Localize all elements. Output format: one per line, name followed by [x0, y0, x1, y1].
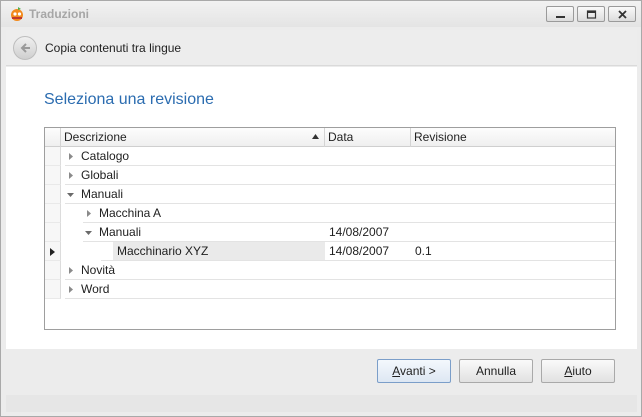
cell-descrizione: Manuali: [99, 225, 142, 239]
wizard-header: Copia contenuti tra lingue: [6, 30, 637, 66]
expand-down-icon[interactable]: [85, 229, 92, 236]
expand-right-icon[interactable]: [85, 210, 92, 217]
row-indicator[interactable]: [45, 223, 61, 242]
app-logo-icon: [11, 7, 23, 21]
row-indicator[interactable]: [45, 280, 61, 299]
table-row[interactable]: Macchinario XYZ 14/08/2007 0.1: [45, 242, 615, 261]
column-header-data[interactable]: Data: [325, 128, 411, 147]
table-row[interactable]: Novità: [45, 261, 615, 280]
cell-data: 14/08/2007: [329, 244, 390, 258]
bottom-strip: [6, 395, 637, 412]
close-button[interactable]: [608, 6, 636, 22]
title-bar[interactable]: Traduzioni: [1, 1, 641, 27]
table-row[interactable]: Manuali 14/08/2007: [45, 223, 615, 242]
expand-right-icon[interactable]: [67, 153, 74, 160]
header-indicator-cell: [45, 128, 61, 147]
row-indicator[interactable]: [45, 242, 61, 261]
cell-descrizione: Macchina A: [99, 206, 162, 220]
cell-descrizione: Word: [81, 282, 110, 296]
cell-revisione: 0.1: [415, 244, 432, 258]
back-button[interactable]: [13, 36, 37, 60]
wizard-title: Copia contenuti tra lingue: [45, 41, 182, 55]
maximize-icon: [586, 10, 597, 19]
row-indicator[interactable]: [45, 185, 61, 204]
row-indicator[interactable]: [45, 261, 61, 280]
maximize-button[interactable]: [577, 6, 605, 22]
wizard-footer: Avanti > Annulla Aiuto: [6, 349, 637, 395]
cell-descrizione: Manuali: [81, 187, 124, 201]
expand-right-icon[interactable]: [67, 286, 74, 293]
expand-right-icon[interactable]: [67, 267, 74, 274]
cell-data: 14/08/2007: [329, 225, 390, 239]
revision-tree-grid[interactable]: Descrizione Data Revisione Catalogo Globa…: [44, 127, 616, 330]
minimize-icon: [556, 16, 565, 18]
sort-ascending-icon: [312, 134, 319, 139]
close-icon: [618, 10, 627, 19]
cell-descrizione: Globali: [81, 168, 119, 182]
table-row[interactable]: Globali: [45, 166, 615, 185]
next-button[interactable]: Avanti >: [377, 359, 451, 383]
page-heading: Seleziona una revisione: [44, 91, 214, 108]
cancel-button[interactable]: Annulla: [459, 359, 533, 383]
row-indicator[interactable]: [45, 166, 61, 185]
table-row[interactable]: Manuali: [45, 185, 615, 204]
content-panel: Seleziona una revisione Descrizione Data…: [6, 67, 637, 349]
table-row[interactable]: Macchina A: [45, 204, 615, 223]
help-button[interactable]: Aiuto: [541, 359, 615, 383]
grid-header: Descrizione Data Revisione: [45, 128, 615, 147]
cell-descrizione: Catalogo: [81, 149, 130, 163]
expand-right-icon[interactable]: [67, 172, 74, 179]
window-title: Traduzioni: [29, 7, 89, 21]
back-arrow-icon: [20, 43, 30, 53]
minimize-button[interactable]: [546, 6, 574, 22]
cell-descrizione: Macchinario XYZ: [117, 244, 209, 258]
column-header-revisione[interactable]: Revisione: [411, 128, 615, 147]
cell-descrizione: Novità: [81, 263, 116, 277]
column-header-descrizione[interactable]: Descrizione: [61, 128, 325, 147]
table-row[interactable]: Catalogo: [45, 147, 615, 166]
row-indicator[interactable]: [45, 204, 61, 223]
window: Traduzioni Copia contenuti tra lingue Se…: [0, 0, 642, 417]
table-row[interactable]: Word: [45, 280, 615, 299]
row-indicator[interactable]: [45, 147, 61, 166]
expand-down-icon[interactable]: [67, 191, 74, 198]
current-row-icon: [50, 248, 55, 256]
row-separator: [65, 298, 615, 299]
